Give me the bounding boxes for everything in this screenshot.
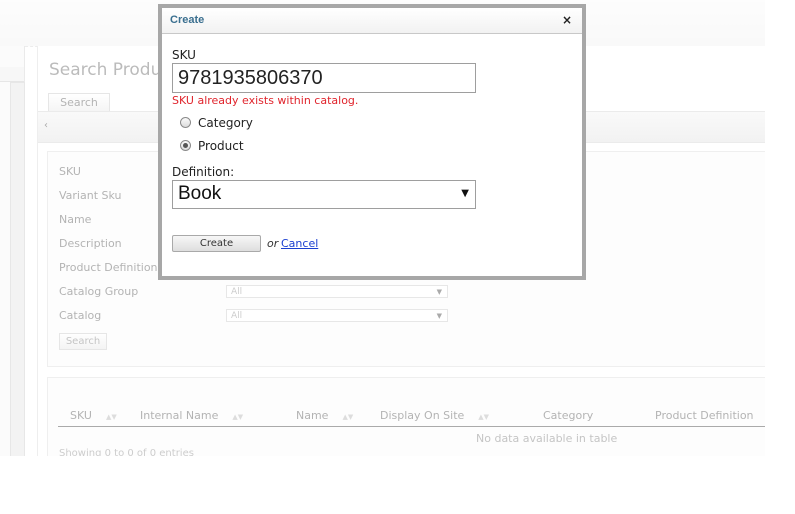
sku-input[interactable] [172,63,476,93]
definition-select[interactable]: Book ▼ [172,180,476,209]
radio-button-selected[interactable] [180,140,191,151]
radio-button[interactable] [180,117,191,128]
sku-error-message: SKU already exists within catalog. [172,94,359,107]
sku-label: SKU [172,48,196,62]
dialog-title: Create [170,14,205,26]
create-dialog: Create × SKU SKU already exists within c… [158,4,586,280]
radio-label-product: Product [198,139,244,153]
cancel-link[interactable]: Cancel [281,237,318,250]
definition-value: Book [178,183,222,204]
or-text: or [267,237,279,250]
radio-label-category: Category [198,116,253,130]
create-button[interactable]: Create [172,235,261,252]
caret-down-icon: ▼ [461,188,469,199]
close-icon[interactable]: × [562,13,572,27]
dialog-titlebar[interactable]: Create × [162,8,582,34]
definition-label: Definition: [172,165,235,179]
